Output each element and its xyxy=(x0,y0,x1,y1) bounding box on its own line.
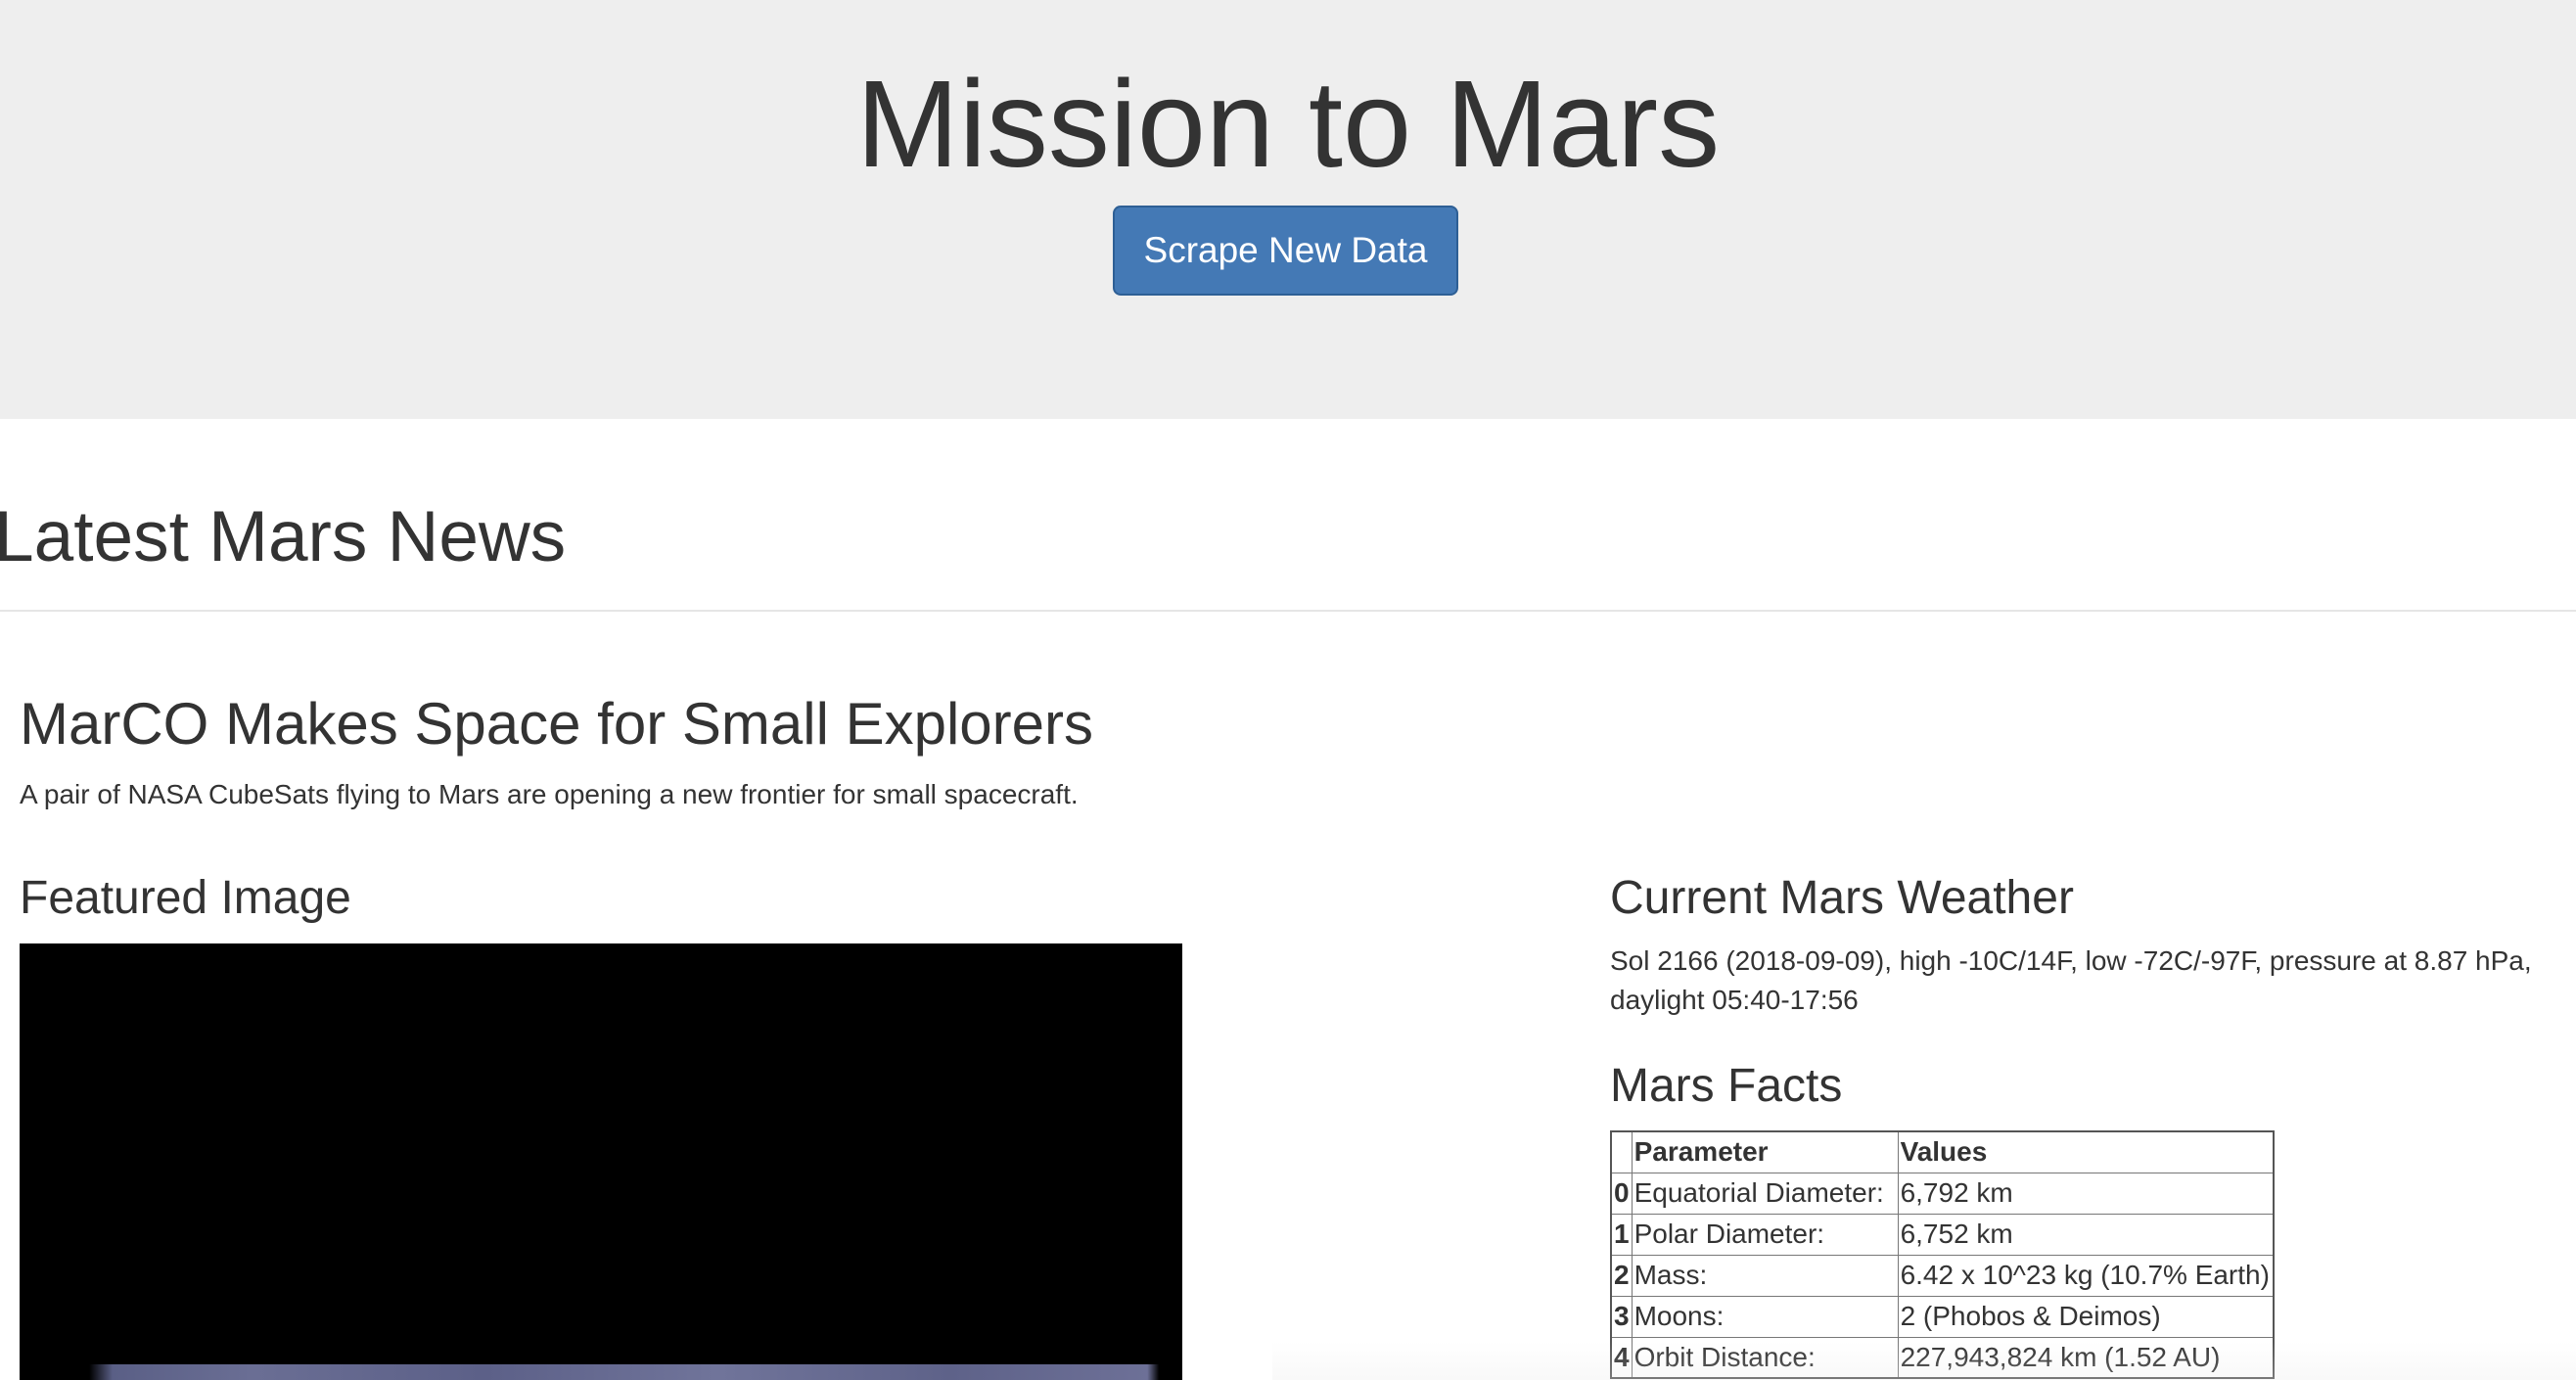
weather-heading: Current Mars Weather xyxy=(1610,872,2074,924)
facts-header-index xyxy=(1610,1130,1633,1173)
mars-facts-table: Parameter Values 0 Equatorial Diameter: … xyxy=(1610,1130,2276,1379)
row-index: 4 xyxy=(1610,1336,1633,1379)
mars-facts-heading: Mars Facts xyxy=(1610,1060,1843,1112)
page-title: Mission to Mars xyxy=(855,55,1721,193)
row-parameter: Moons: xyxy=(1631,1295,1899,1338)
news-teaser: A pair of NASA CubeSats flying to Mars a… xyxy=(20,779,1079,809)
table-row: 1 Polar Diameter: 6,752 km xyxy=(1610,1213,2275,1256)
facts-header-values: Values xyxy=(1897,1130,2275,1173)
row-value: 2 (Phobos & Deimos) xyxy=(1897,1295,2275,1338)
section-divider xyxy=(0,610,2576,612)
featured-image-surface xyxy=(20,1364,1182,1380)
row-parameter: Orbit Distance: xyxy=(1631,1336,1899,1379)
table-row: 3 Moons: 2 (Phobos & Deimos) xyxy=(1610,1295,2275,1338)
row-value: 6.42 x 10^23 kg (10.7% Earth) xyxy=(1897,1254,2275,1297)
row-index: 1 xyxy=(1610,1213,1633,1256)
row-index: 2 xyxy=(1610,1254,1633,1297)
row-parameter: Mass: xyxy=(1631,1254,1899,1297)
latest-news-heading: Latest Mars News xyxy=(0,497,567,576)
scrape-new-data-button[interactable]: Scrape New Data xyxy=(1113,206,1458,296)
table-row: 2 Mass: 6.42 x 10^23 kg (10.7% Earth) xyxy=(1610,1254,2275,1297)
news-title: MarCO Makes Space for Small Explorers xyxy=(20,691,1093,757)
row-index: 0 xyxy=(1610,1172,1633,1215)
weather-text: Sol 2166 (2018-09-09), high -10C/14F, lo… xyxy=(1610,945,2532,1015)
row-parameter: Equatorial Diameter: xyxy=(1631,1172,1899,1215)
table-row: 0 Equatorial Diameter: 6,792 km xyxy=(1610,1172,2275,1215)
row-value: 6,792 km xyxy=(1897,1172,2275,1215)
facts-header-row: Parameter Values xyxy=(1610,1130,2275,1173)
row-index: 3 xyxy=(1610,1295,1633,1338)
row-value: 227,943,824 km (1.52 AU) xyxy=(1897,1336,2275,1379)
jumbotron-header: Mission to Mars Scrape New Data xyxy=(0,0,2576,419)
featured-image[interactable] xyxy=(20,943,1182,1380)
row-parameter: Polar Diameter: xyxy=(1631,1213,1899,1256)
facts-header-parameter: Parameter xyxy=(1631,1130,1899,1173)
table-row: 4 Orbit Distance: 227,943,824 km (1.52 A… xyxy=(1610,1336,2275,1379)
row-value: 6,752 km xyxy=(1897,1213,2275,1256)
featured-image-heading: Featured Image xyxy=(20,872,351,924)
